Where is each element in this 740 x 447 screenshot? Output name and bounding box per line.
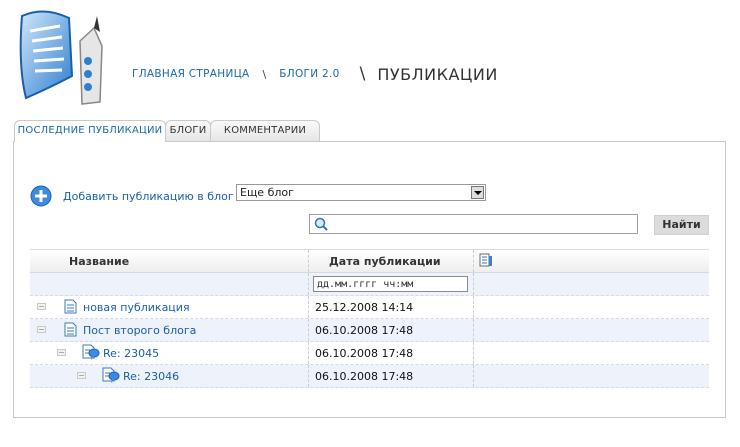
- blog-logo-icon: [19, 10, 103, 105]
- breadcrumb-home-link[interactable]: ГЛАВНАЯ СТРАНИЦА: [132, 68, 250, 80]
- post-date: 06.10.2008 17:48: [315, 347, 414, 360]
- breadcrumb: ГЛАВНАЯ СТРАНИЦА \ БЛОГИ 2.0 \ ПУБЛИКАЦИ…: [132, 62, 498, 86]
- table-row[interactable]: Пост второго блога 06.10.2008 17:48: [30, 319, 709, 342]
- post-icon: [64, 322, 77, 337]
- blog-select-value: Еще блог: [240, 186, 294, 199]
- column-header-date[interactable]: Дата публикации: [329, 255, 441, 268]
- breadcrumb-separator: \: [359, 64, 366, 84]
- comment-title-link[interactable]: Re: 23045: [103, 347, 159, 360]
- table-row[interactable]: новая публикация 25.12.2008 14:14: [30, 296, 709, 319]
- posts-grid: Название Дата публикации новая публикаци…: [30, 249, 709, 388]
- add-post-link[interactable]: Добавить публикацию в блог: [63, 190, 234, 203]
- blog-select[interactable]: Еще блог: [236, 184, 486, 201]
- date-filter-input[interactable]: [313, 276, 468, 292]
- post-date: 25.12.2008 14:14: [315, 301, 414, 314]
- table-row[interactable]: Re: 23046 06.10.2008 17:48: [30, 365, 709, 388]
- page-title: ПУБЛИКАЦИИ: [377, 64, 498, 84]
- add-icon[interactable]: [30, 185, 52, 207]
- column-divider: [308, 319, 309, 341]
- column-divider: [308, 273, 309, 295]
- collapse-toggle-icon[interactable]: [37, 303, 46, 310]
- column-divider: [473, 365, 474, 387]
- column-divider: [473, 342, 474, 364]
- column-settings-icon[interactable]: [479, 253, 493, 268]
- breadcrumb-separator: \: [262, 67, 267, 81]
- column-divider: [308, 250, 309, 272]
- collapse-toggle-icon[interactable]: [57, 349, 66, 356]
- post-icon: [64, 299, 77, 314]
- search-input[interactable]: [332, 216, 632, 232]
- filter-row: [30, 273, 709, 296]
- tab-bar: ПОСЛЕДНИЕ ПУБЛИКАЦИИ БЛОГИ КОММЕНТАРИИ: [14, 120, 320, 142]
- post-date: 06.10.2008 17:48: [315, 324, 414, 337]
- column-divider: [473, 296, 474, 318]
- column-divider: [308, 342, 309, 364]
- breadcrumb-blogs-link[interactable]: БЛОГИ 2.0: [279, 68, 339, 80]
- tab-comments[interactable]: КОММЕНТАРИИ: [210, 120, 320, 141]
- column-divider: [308, 365, 309, 387]
- search-icon: [314, 217, 328, 231]
- table-row[interactable]: Re: 23045 06.10.2008 17:48: [30, 342, 709, 365]
- column-divider: [473, 273, 474, 295]
- column-divider: [473, 319, 474, 341]
- column-divider: [473, 250, 474, 272]
- comment-icon: [82, 344, 100, 360]
- post-date: 06.10.2008 17:48: [315, 370, 414, 383]
- grid-header: Название Дата публикации: [30, 249, 709, 273]
- find-button[interactable]: Найти: [654, 215, 709, 235]
- column-divider: [308, 296, 309, 318]
- chevron-down-icon[interactable]: [471, 186, 484, 199]
- post-title-link[interactable]: Пост второго блога: [83, 324, 196, 337]
- collapse-toggle-icon[interactable]: [77, 372, 86, 379]
- search-field[interactable]: [309, 214, 638, 234]
- comment-icon: [102, 367, 120, 383]
- tab-blogs[interactable]: БЛОГИ: [165, 120, 211, 141]
- tab-recent-posts[interactable]: ПОСЛЕДНИЕ ПУБЛИКАЦИИ: [14, 120, 166, 142]
- column-header-title[interactable]: Название: [69, 255, 129, 268]
- post-title-link[interactable]: новая публикация: [83, 301, 190, 314]
- collapse-toggle-icon[interactable]: [37, 326, 46, 333]
- comment-title-link[interactable]: Re: 23046: [123, 370, 179, 383]
